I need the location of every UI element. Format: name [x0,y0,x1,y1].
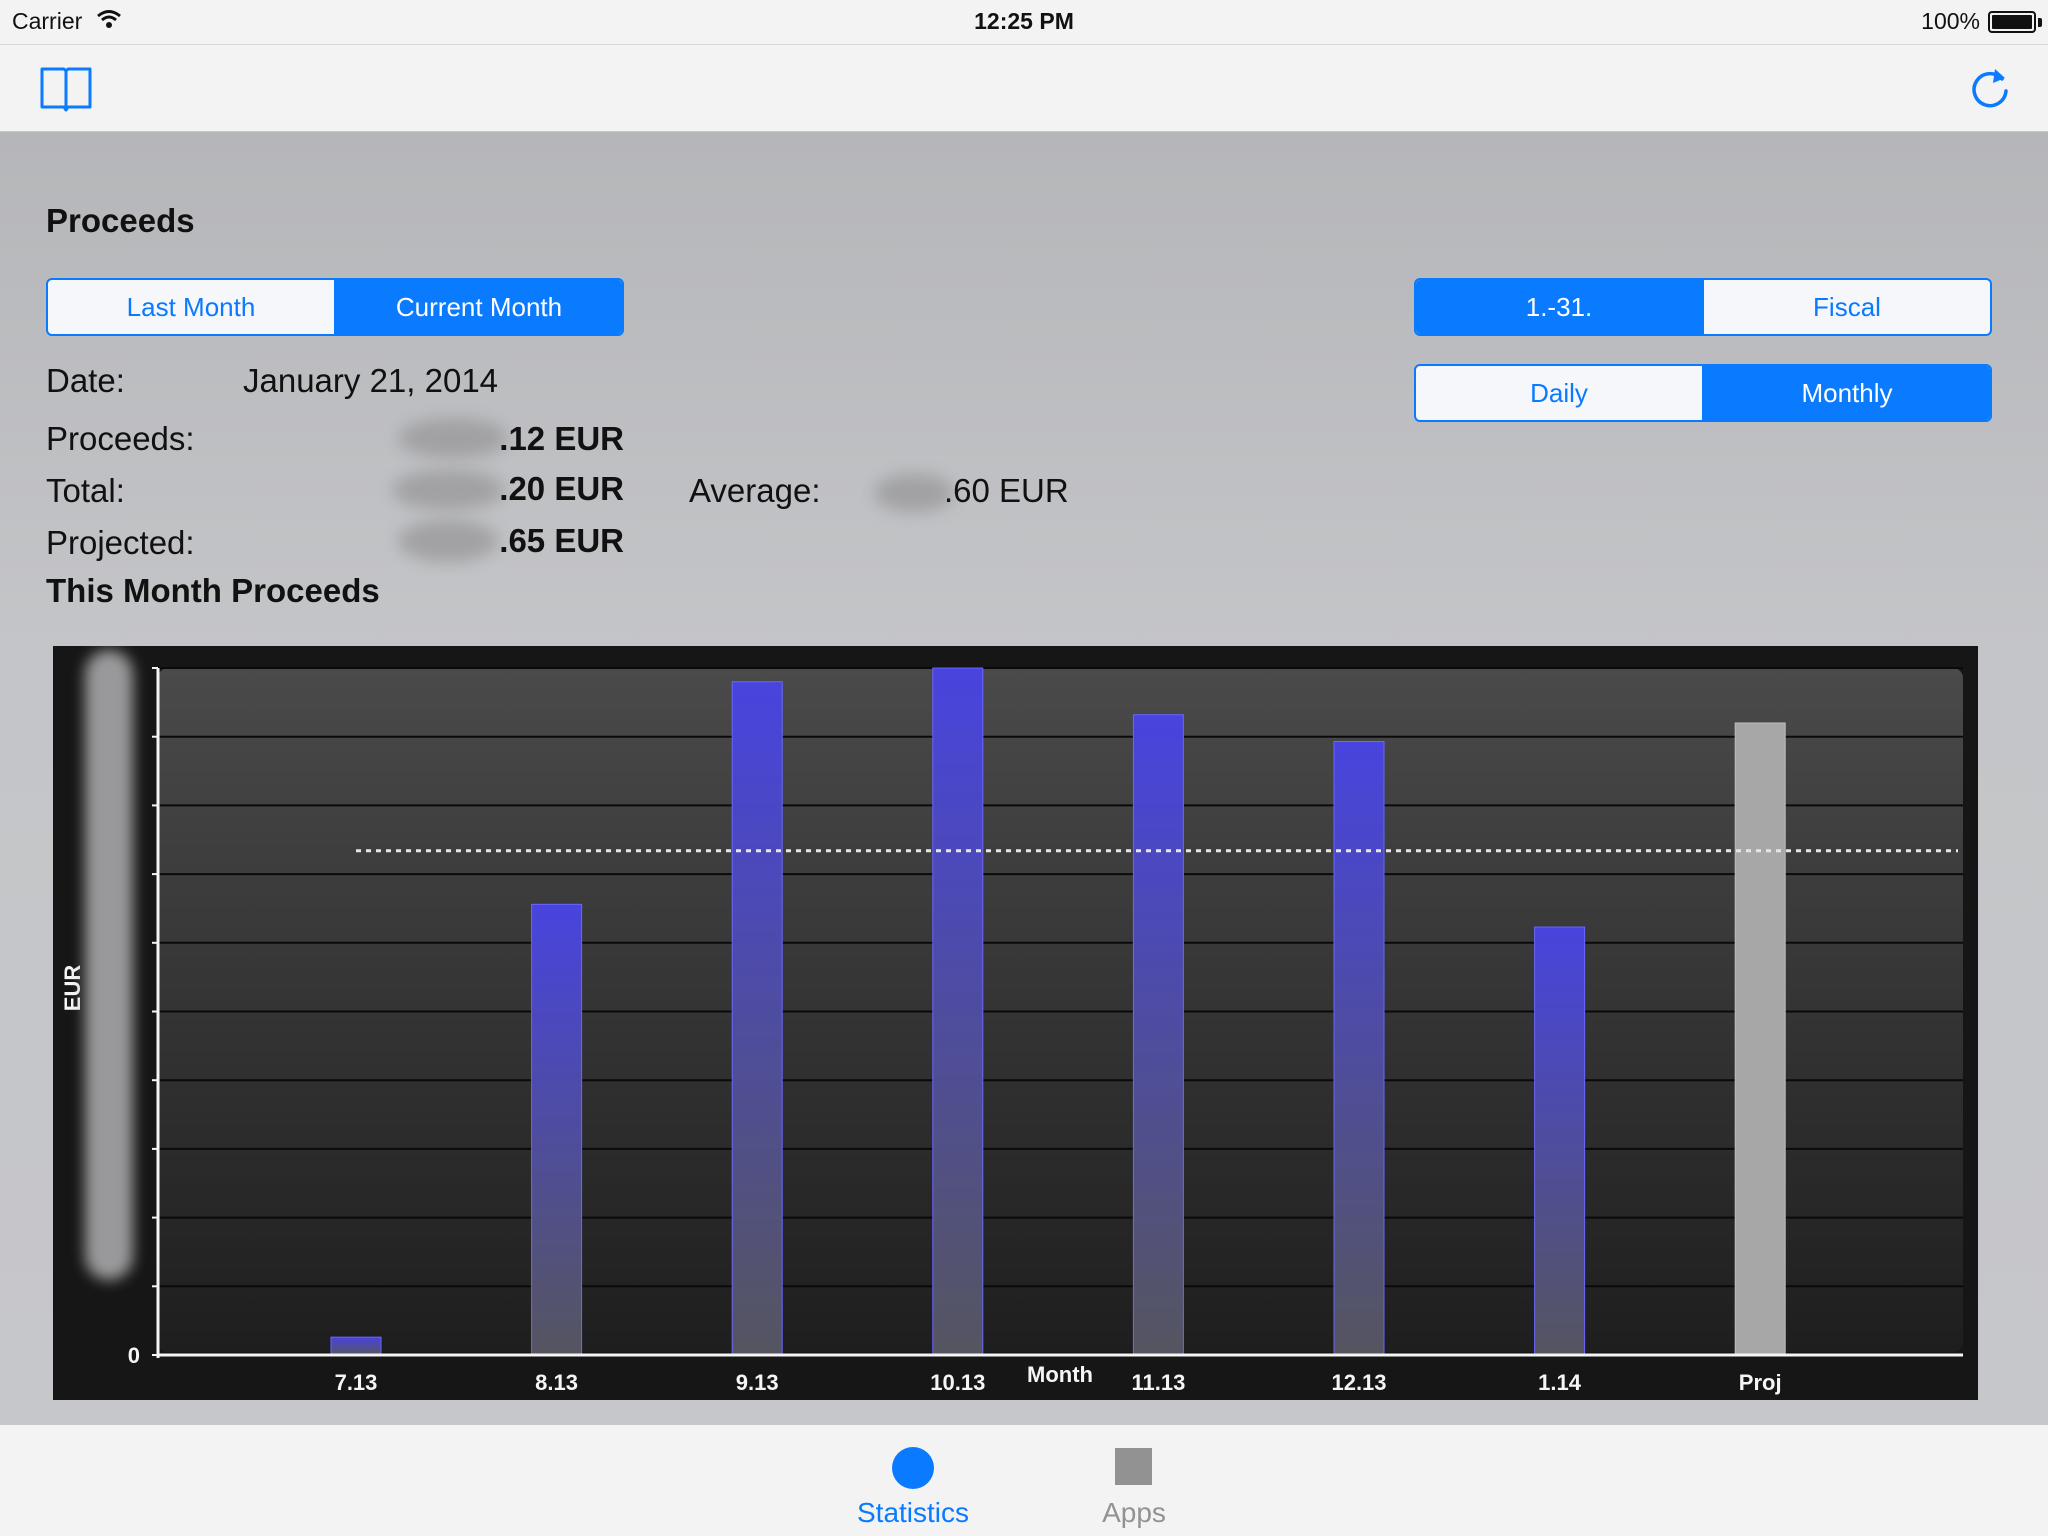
average-value: .60 EUR [944,472,1069,509]
nav-bar [0,44,2048,132]
bar-10.13 [932,667,984,1356]
battery-tip [2038,18,2042,27]
date-value: January 21, 2014 [243,362,499,399]
book-icon[interactable] [38,63,94,117]
granularity-segmented-control: Daily Monthly [1414,364,1992,422]
proceeds-value: .12 EUR [499,420,624,457]
bar-9.13 [731,681,783,1356]
range-segmented-control: 1.-31. Fiscal [1414,278,1992,336]
x-axis-title: Month [1027,1362,1093,1387]
average-label: Average: [689,472,821,509]
x-tick-label: 9.13 [736,1370,779,1395]
tab-apps[interactable]: Apps [1054,1425,1214,1536]
circle-icon [892,1447,934,1489]
tab-statistics[interactable]: Statistics [833,1425,993,1536]
x-tick-label: 12.13 [1331,1370,1386,1395]
segment-day-range[interactable]: 1.-31. [1416,280,1702,334]
projected-value: .65 EUR [499,522,624,559]
bar-11.13 [1132,714,1184,1356]
status-bar: Carrier 12:25 PM 100% [0,0,2048,44]
bar-12.13 [1333,741,1385,1356]
total-value: .20 EUR [499,470,624,507]
tab-label: Statistics [856,1497,970,1528]
x-tick-label: Proj [1739,1370,1782,1395]
tab-label: Apps [1102,1497,1166,1528]
bar-1.14 [1534,926,1586,1356]
segment-daily[interactable]: Daily [1416,366,1702,420]
x-tick-label: 8.13 [535,1370,578,1395]
segment-last-month[interactable]: Last Month [48,280,334,334]
x-tick-label: 10.13 [930,1370,985,1395]
tab-bar: Statistics Apps [0,1424,2048,1536]
bar-chart: 0 7.13 8.13 9.13 10.13 11.13 12.13 1.14 Proj EU… [53,646,1978,1400]
redacted-blur [874,474,954,512]
battery-percent: 100% [1921,8,1980,34]
page-title: Proceeds [46,202,195,239]
x-tick-label: 11.13 [1131,1370,1185,1395]
redacted-blur [85,650,133,1280]
clock: 12:25 PM [974,8,1074,34]
chart-title: This Month Proceeds [46,572,380,609]
period-segmented-control: Last Month Current Month [46,278,624,336]
projected-label: Projected: [46,524,195,561]
refresh-icon[interactable] [1962,63,2018,117]
date-label: Date: [46,362,125,399]
bar-8.13 [531,903,583,1356]
total-label: Total: [46,472,125,509]
square-icon [1115,1448,1152,1485]
battery-icon [1988,11,2036,33]
segment-current-month[interactable]: Current Month [334,280,622,334]
chart-panel: 0 7.13 8.13 9.13 10.13 11.13 12.13 1.14 Proj EU… [53,646,1978,1400]
bar-Proj [1734,722,1786,1356]
segment-monthly[interactable]: Monthly [1702,366,1990,420]
proceeds-label: Proceeds: [46,420,195,457]
x-tick-label: 7.13 [335,1370,378,1395]
y-tick-label: 0 [128,1343,140,1368]
bar-7.13 [330,1336,382,1356]
y-axis-title: EUR [60,965,85,1012]
segment-fiscal[interactable]: Fiscal [1702,280,1990,334]
x-tick-label: 1.14 [1538,1370,1582,1395]
